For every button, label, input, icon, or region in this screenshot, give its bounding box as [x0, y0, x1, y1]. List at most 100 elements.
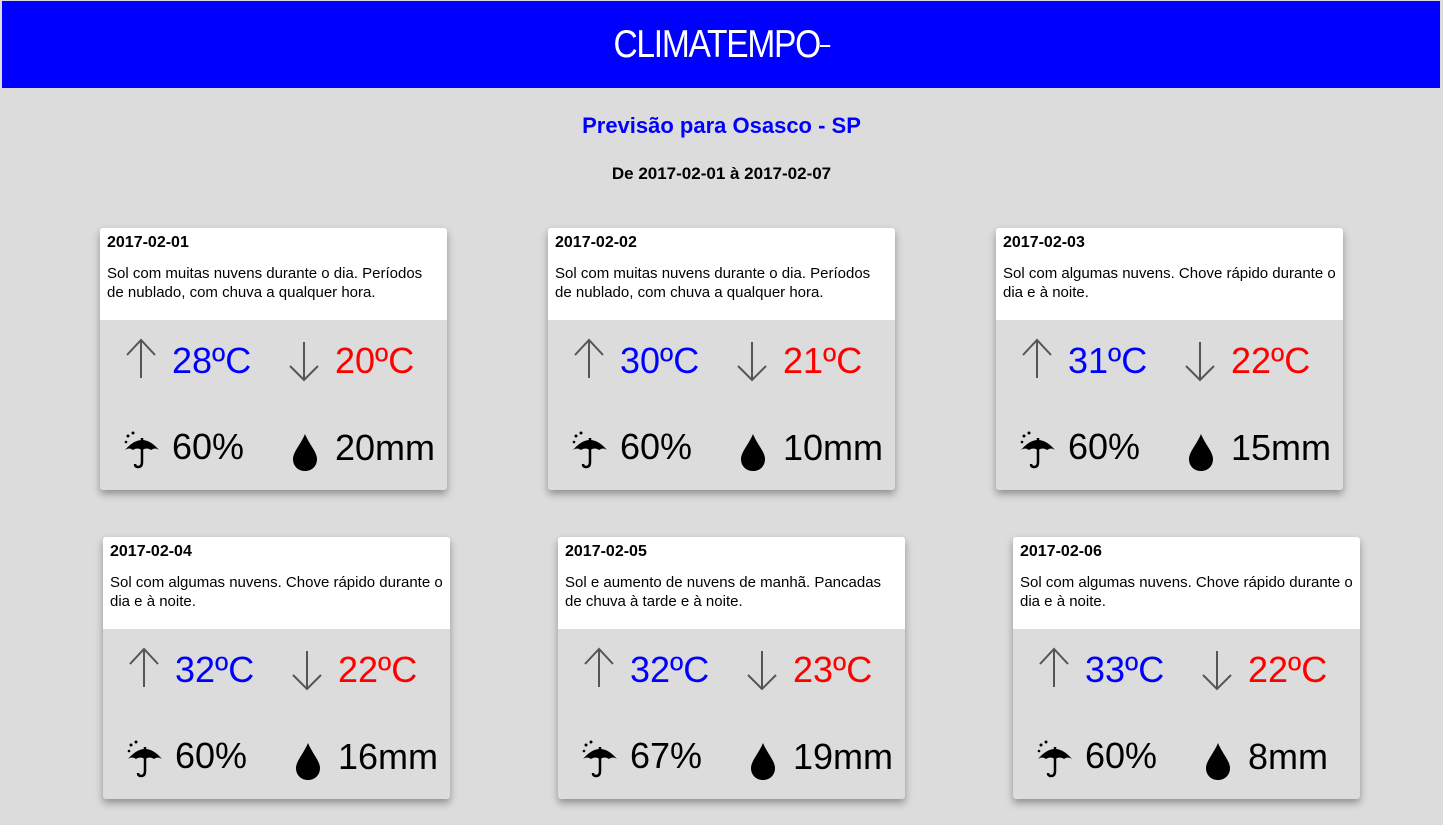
- max-temp: 28ºC: [124, 336, 251, 385]
- forecast-description: Sol com algumas nuvens. Chove rápido dur…: [1020, 574, 1353, 610]
- water-drop-icon: [1204, 741, 1232, 786]
- arrow-up-icon: [127, 645, 161, 694]
- rain-probability-value: 60%: [175, 734, 248, 776]
- forecast-card: 2017-02-06 Sol com algumas nuvens. Chove…: [1013, 537, 1360, 799]
- max-temp-value: 32ºC: [630, 648, 710, 690]
- rain-probability-value: 60%: [1068, 425, 1141, 467]
- logo-mark: [819, 44, 831, 47]
- forecast-description: Sol com algumas nuvens. Chove rápido dur…: [1003, 265, 1336, 301]
- arrow-down-icon: [745, 649, 779, 698]
- forecast-description: Sol e aumento de nuvens de manhã. Pancad…: [565, 574, 882, 610]
- max-temp-value: 33ºC: [1085, 648, 1165, 690]
- min-temp-value: 20ºC: [335, 339, 415, 381]
- forecast-card: 2017-02-05 Sol e aumento de nuvens de ma…: [558, 537, 905, 799]
- forecast-card: 2017-02-01 Sol com muitas nuvens durante…: [100, 228, 447, 490]
- umbrella-icon: [1035, 739, 1075, 784]
- arrow-up-icon: [1037, 645, 1071, 694]
- rain-probability-value: 60%: [1085, 734, 1158, 776]
- forecast-description: Sol com muitas nuvens durante o dia. Per…: [107, 265, 423, 301]
- forecast-card: 2017-02-03 Sol com algumas nuvens. Chove…: [996, 228, 1343, 490]
- umbrella-icon: [580, 739, 620, 784]
- precipitation: 10mm: [739, 418, 883, 477]
- min-temp: 20ºC: [287, 340, 414, 389]
- climatempo-logo[interactable]: CLIMATEMPO: [613, 22, 831, 67]
- precipitation: 15mm: [1187, 418, 1331, 477]
- precipitation-value: 15mm: [1231, 426, 1332, 468]
- card-header: 2017-02-06 Sol com algumas nuvens. Chove…: [1013, 537, 1360, 629]
- max-temp: 33ºC: [1037, 645, 1164, 694]
- rain-probability: 60%: [1018, 418, 1140, 475]
- page-title: Previsão para Osasco - SP: [582, 113, 861, 138]
- arrow-up-icon: [124, 336, 158, 385]
- max-temp: 32ºC: [582, 645, 709, 694]
- precipitation: 16mm: [294, 727, 438, 786]
- card-header: 2017-02-02 Sol com muitas nuvens durante…: [548, 228, 895, 320]
- logo-text: CLIMATEMPO: [613, 22, 822, 66]
- rain-probability: 67%: [580, 727, 702, 784]
- forecast-date: 2017-02-01: [107, 234, 189, 251]
- arrow-down-icon: [735, 340, 769, 389]
- card-header: 2017-02-01 Sol com muitas nuvens durante…: [100, 228, 447, 320]
- rain-probability: 60%: [1035, 727, 1157, 784]
- forecast-date: 2017-02-06: [1020, 543, 1102, 560]
- card-header: 2017-02-03 Sol com algumas nuvens. Chove…: [996, 228, 1343, 320]
- precipitation-value: 10mm: [783, 426, 884, 468]
- rain-probability-value: 67%: [630, 734, 703, 776]
- min-temp: 22ºC: [1183, 340, 1310, 389]
- rain-probability: 60%: [125, 727, 247, 784]
- header-bar: CLIMATEMPO: [2, 1, 1440, 88]
- min-temp-value: 22ºC: [1231, 339, 1311, 381]
- precipitation: 8mm: [1204, 727, 1328, 786]
- max-temp-value: 32ºC: [175, 648, 255, 690]
- forecast-description: Sol com muitas nuvens durante o dia. Per…: [555, 265, 871, 301]
- precipitation-value: 19mm: [793, 735, 894, 777]
- precipitation-value: 20mm: [335, 426, 436, 468]
- arrow-up-icon: [1020, 336, 1054, 385]
- forecast-date: 2017-02-05: [565, 543, 647, 560]
- arrow-down-icon: [287, 340, 321, 389]
- rain-probability: 60%: [122, 418, 244, 475]
- card-header: 2017-02-04 Sol com algumas nuvens. Chove…: [103, 537, 450, 629]
- rain-probability: 60%: [570, 418, 692, 475]
- umbrella-icon: [570, 430, 610, 475]
- water-drop-icon: [1187, 432, 1215, 477]
- umbrella-icon: [125, 739, 165, 784]
- forecast-date: 2017-02-04: [110, 543, 192, 560]
- forecast-period: De 2017-02-01 à 2017-02-07: [611, 164, 832, 183]
- forecast-description: Sol com algumas nuvens. Chove rápido dur…: [110, 574, 443, 610]
- max-temp-value: 28ºC: [172, 339, 252, 381]
- forecast-card: 2017-02-04 Sol com algumas nuvens. Chove…: [103, 537, 450, 799]
- max-temp: 32ºC: [127, 645, 254, 694]
- min-temp: 22ºC: [1200, 649, 1327, 698]
- precipitation-value: 8mm: [1248, 735, 1328, 777]
- forecast-card: 2017-02-02 Sol com muitas nuvens durante…: [548, 228, 895, 490]
- arrow-down-icon: [1200, 649, 1234, 698]
- arrow-down-icon: [290, 649, 324, 698]
- forecast-date: 2017-02-02: [555, 234, 637, 251]
- min-temp: 22ºC: [290, 649, 417, 698]
- precipitation-value: 16mm: [338, 735, 439, 777]
- min-temp-value: 22ºC: [1248, 648, 1328, 690]
- precipitation: 20mm: [291, 418, 435, 477]
- rain-probability-value: 60%: [172, 425, 245, 467]
- max-temp: 31ºC: [1020, 336, 1147, 385]
- min-temp-value: 23ºC: [793, 648, 873, 690]
- water-drop-icon: [749, 741, 777, 786]
- rain-probability-value: 60%: [620, 425, 693, 467]
- umbrella-icon: [122, 430, 162, 475]
- card-header: 2017-02-05 Sol e aumento de nuvens de ma…: [558, 537, 905, 629]
- min-temp: 23ºC: [745, 649, 872, 698]
- water-drop-icon: [294, 741, 322, 786]
- max-temp-value: 31ºC: [1068, 339, 1148, 381]
- arrow-up-icon: [582, 645, 616, 694]
- umbrella-icon: [1018, 430, 1058, 475]
- precipitation: 19mm: [749, 727, 893, 786]
- water-drop-icon: [739, 432, 767, 477]
- max-temp: 30ºC: [572, 336, 699, 385]
- min-temp: 21ºC: [735, 340, 862, 389]
- arrow-up-icon: [572, 336, 606, 385]
- arrow-down-icon: [1183, 340, 1217, 389]
- water-drop-icon: [291, 432, 319, 477]
- min-temp-value: 21ºC: [783, 339, 863, 381]
- forecast-date: 2017-02-03: [1003, 234, 1085, 251]
